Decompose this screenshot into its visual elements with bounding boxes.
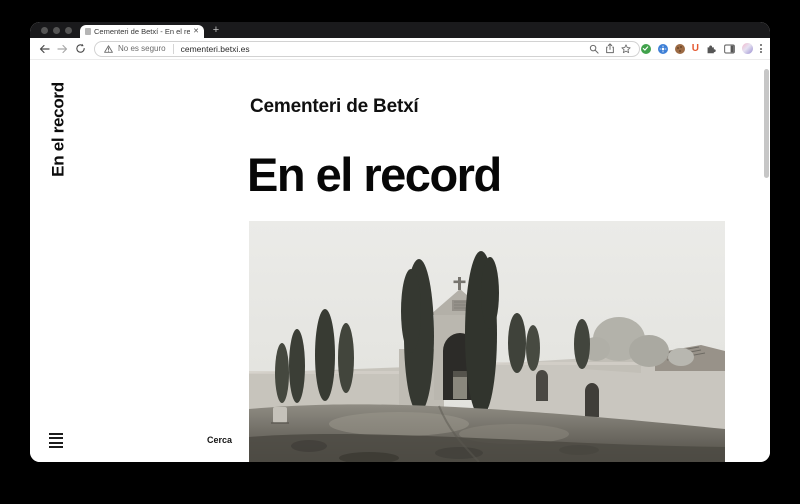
vertical-site-title[interactable]: En el record <box>50 70 67 190</box>
close-window-button[interactable] <box>41 27 48 34</box>
back-icon <box>39 44 50 54</box>
cemetery-photo-illustration <box>249 221 725 462</box>
hamburger-menu-button[interactable] <box>49 433 63 448</box>
share-icon[interactable] <box>604 43 616 55</box>
tab-favicon-icon <box>85 28 91 35</box>
search-link[interactable]: Cerca <box>180 435 232 445</box>
page-viewport: En el record Cementeri de Betxí En el re… <box>30 60 770 462</box>
reload-button[interactable] <box>72 41 88 57</box>
page-title: En el record <box>247 151 501 198</box>
desktop-background: Cementeri de Betxí - En el reco ✕ + <box>0 0 800 504</box>
reload-icon <box>75 43 86 54</box>
browser-tab[interactable]: Cementeri de Betxí - En el reco ✕ <box>80 25 204 38</box>
cookie-extension-icon[interactable] <box>675 44 685 54</box>
tab-close-icon[interactable]: ✕ <box>193 28 199 35</box>
security-chip-text: No es seguro <box>118 44 166 53</box>
blue-extension-icon[interactable] <box>658 44 668 54</box>
new-tab-button[interactable]: + <box>209 23 223 37</box>
profile-avatar[interactable] <box>742 43 753 54</box>
minimize-window-button[interactable] <box>53 27 60 34</box>
cemetery-photo <box>249 221 725 462</box>
extensions-row: U <box>641 43 764 54</box>
forward-button[interactable] <box>54 41 70 57</box>
side-panel-icon[interactable] <box>724 44 735 54</box>
search-icon[interactable] <box>588 43 600 55</box>
ublock-extension-icon[interactable]: U <box>692 44 699 54</box>
browser-window: Cementeri de Betxí - En el reco ✕ + <box>30 22 770 462</box>
not-secure-warning-icon[interactable] <box>102 43 114 55</box>
browser-toolbar: No es seguro cementeri.betxi.es <box>30 38 770 60</box>
back-button[interactable] <box>36 41 52 57</box>
forward-icon <box>57 44 68 54</box>
bookmark-star-icon[interactable] <box>620 43 632 55</box>
tab-title: Cementeri de Betxí - En el reco <box>94 27 190 36</box>
zoom-window-button[interactable] <box>65 27 72 34</box>
kebab-menu-icon[interactable] <box>760 44 762 53</box>
page-scrollbar[interactable] <box>764 69 769 178</box>
page-kicker: Cementeri de Betxí <box>250 96 419 118</box>
puzzle-extensions-icon[interactable] <box>706 43 717 54</box>
window-controls <box>41 22 72 38</box>
url-text: cementeri.betxi.es <box>181 44 250 54</box>
tab-strip: Cementeri de Betxí - En el reco ✕ + <box>30 22 770 38</box>
green-extension-icon[interactable] <box>641 44 651 54</box>
address-bar[interactable]: No es seguro cementeri.betxi.es <box>94 41 640 57</box>
chip-divider <box>173 44 174 54</box>
hamburger-menu-icon <box>49 433 63 435</box>
